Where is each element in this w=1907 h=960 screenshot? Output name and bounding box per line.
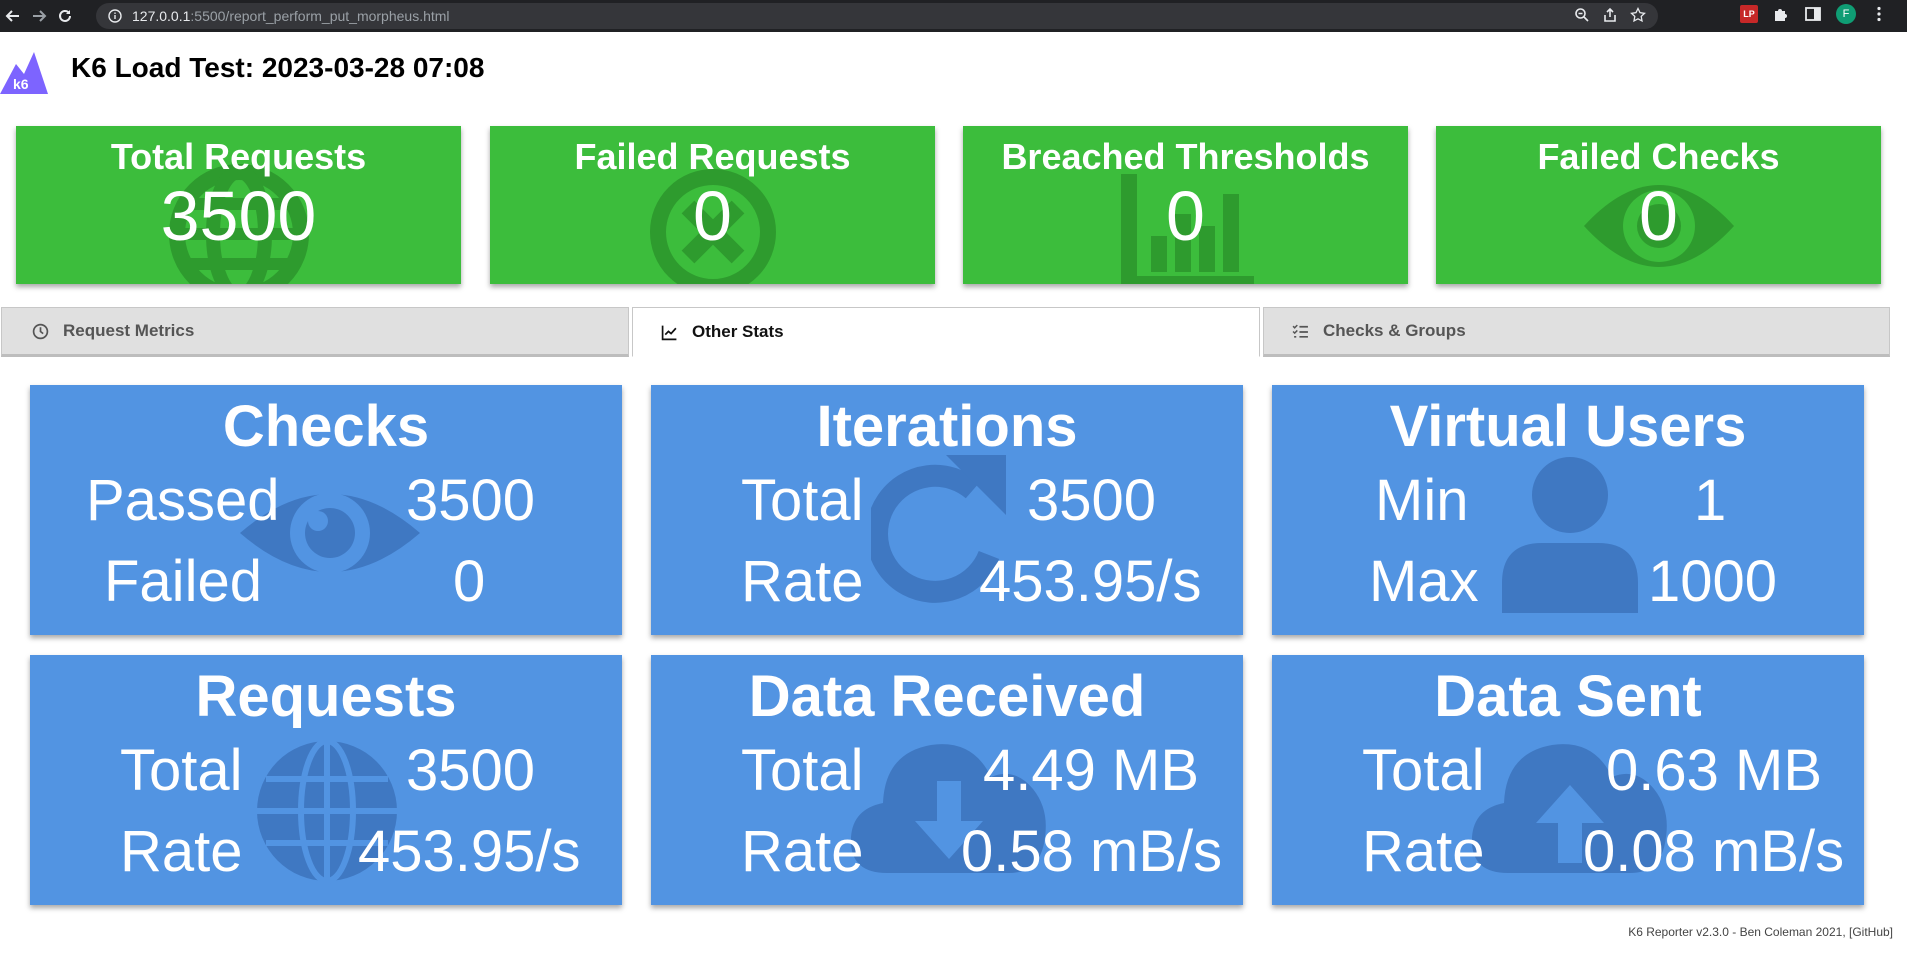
share-icon[interactable]: [1602, 7, 1618, 23]
card-title: Requests: [195, 664, 457, 729]
tab-label: Checks & Groups: [1323, 321, 1466, 340]
summary-title: Breached Thresholds: [1001, 136, 1370, 177]
zoom-icon[interactable]: [1574, 7, 1590, 23]
k6-logo: k6: [0, 52, 48, 94]
line-chart-icon: [661, 325, 677, 340]
card-label: Rate: [741, 819, 864, 884]
address-bar[interactable]: 127.0.0.1:5500/report_perform_put_morphe…: [96, 3, 1658, 29]
summary-value: 0: [1166, 177, 1205, 255]
reload-button[interactable]: [52, 0, 78, 32]
summary-title: Total Requests: [110, 136, 367, 177]
card-label: Total: [741, 738, 864, 803]
menu-dots-icon[interactable]: [1870, 5, 1888, 23]
summary-failed-checks: Failed Checks 0: [1436, 126, 1881, 284]
side-panel-icon[interactable]: [1804, 5, 1822, 23]
card-value: 0.63 MB: [1606, 738, 1822, 803]
card-title: Data Received: [748, 664, 1146, 729]
card-title: Iterations: [816, 394, 1078, 459]
browser-toolbar: 127.0.0.1:5500/report_perform_put_morphe…: [0, 0, 1907, 32]
card-label: Passed: [86, 468, 280, 533]
tab-label: Other Stats: [692, 322, 784, 341]
card-title: Checks: [222, 394, 430, 459]
extensions-area: LP F: [1740, 4, 1888, 24]
page-title: K6 Load Test: 2023-03-28 07:08: [71, 52, 485, 83]
card-value: 4.49 MB: [983, 738, 1199, 803]
card-label: Rate: [1362, 819, 1485, 884]
tab-other-stats[interactable]: Other Stats: [632, 307, 1260, 357]
tab-request-metrics[interactable]: Request Metrics: [1, 307, 629, 357]
card-title: Data Sent: [1434, 664, 1702, 729]
card-label: Rate: [120, 819, 243, 884]
card-value: 0.08 mB/s: [1583, 819, 1845, 884]
summary-failed-requests: Failed Requests 0: [490, 126, 935, 284]
card-value: 1000: [1648, 549, 1778, 614]
clock-icon: [32, 323, 49, 339]
card-value: 0.58 mB/s: [961, 819, 1223, 884]
url-host: 127.0.0.1: [132, 8, 191, 24]
back-button[interactable]: [0, 0, 26, 32]
profile-avatar[interactable]: F: [1836, 4, 1856, 24]
forward-button[interactable]: [26, 0, 52, 32]
summary-title: Failed Checks: [1537, 136, 1780, 177]
summary-value: 0: [693, 177, 732, 255]
card-label: Min: [1375, 468, 1469, 533]
extension-badge[interactable]: LP: [1740, 5, 1758, 23]
card-label: Failed: [104, 549, 262, 614]
checklist-icon: [1292, 324, 1308, 338]
summary-value: 3500: [160, 177, 317, 255]
card-value: 453.95/s: [358, 819, 581, 884]
card-title: Virtual Users: [1389, 394, 1747, 459]
card-label: Rate: [741, 549, 864, 614]
summary-value: 0: [1639, 177, 1678, 255]
card-value: 3500: [406, 738, 536, 803]
card-data-received: Data Received Total 4.49 MB Rate 0.58 mB…: [651, 655, 1243, 905]
summary-total-requests: Total Requests 3500: [16, 126, 461, 284]
card-value: 3500: [1027, 468, 1157, 533]
footer-credits: K6 Reporter v2.3.0 - Ben Coleman 2021, […: [1628, 925, 1893, 939]
summary-breached-thresholds: Breached Thresholds 0: [963, 126, 1408, 284]
address-actions: [1574, 7, 1646, 23]
card-value: 1: [1694, 468, 1727, 533]
card-data-sent: Data Sent Total 0.63 MB Rate 0.08 mB/s: [1272, 655, 1864, 905]
card-value: 0: [453, 549, 486, 614]
forward-arrow-icon: [33, 10, 47, 22]
puzzle-icon[interactable]: [1772, 5, 1790, 23]
card-virtual-users: Virtual Users Min 1 Max 1000: [1272, 385, 1864, 635]
card-label: Total: [741, 468, 864, 533]
info-icon[interactable]: [108, 9, 122, 23]
tab-label: Request Metrics: [63, 321, 195, 340]
card-requests: Requests Total 3500 Rate 453.95/s: [30, 655, 622, 905]
summary-title: Failed Requests: [574, 136, 851, 177]
logo-text: k6: [13, 76, 29, 92]
tab-checks-groups[interactable]: Checks & Groups: [1263, 307, 1890, 357]
card-checks: Checks Passed 3500 Failed 0: [30, 385, 622, 635]
card-value: 3500: [406, 468, 536, 533]
url-path: :5500/report_perform_put_morpheus.html: [190, 8, 450, 24]
user-icon: [1502, 457, 1638, 613]
card-iterations: Iterations Total 3500 Rate 453.95/s: [651, 385, 1243, 635]
bookmark-star-icon[interactable]: [1630, 7, 1646, 23]
card-label: Max: [1369, 549, 1479, 614]
card-label: Total: [120, 738, 243, 803]
card-value: 453.95/s: [979, 549, 1202, 614]
card-label: Total: [1362, 738, 1485, 803]
reload-icon: [59, 9, 71, 22]
back-arrow-icon: [5, 10, 19, 22]
tab-bar: Request Metrics Other Stats Checks & Gro…: [0, 307, 1890, 357]
